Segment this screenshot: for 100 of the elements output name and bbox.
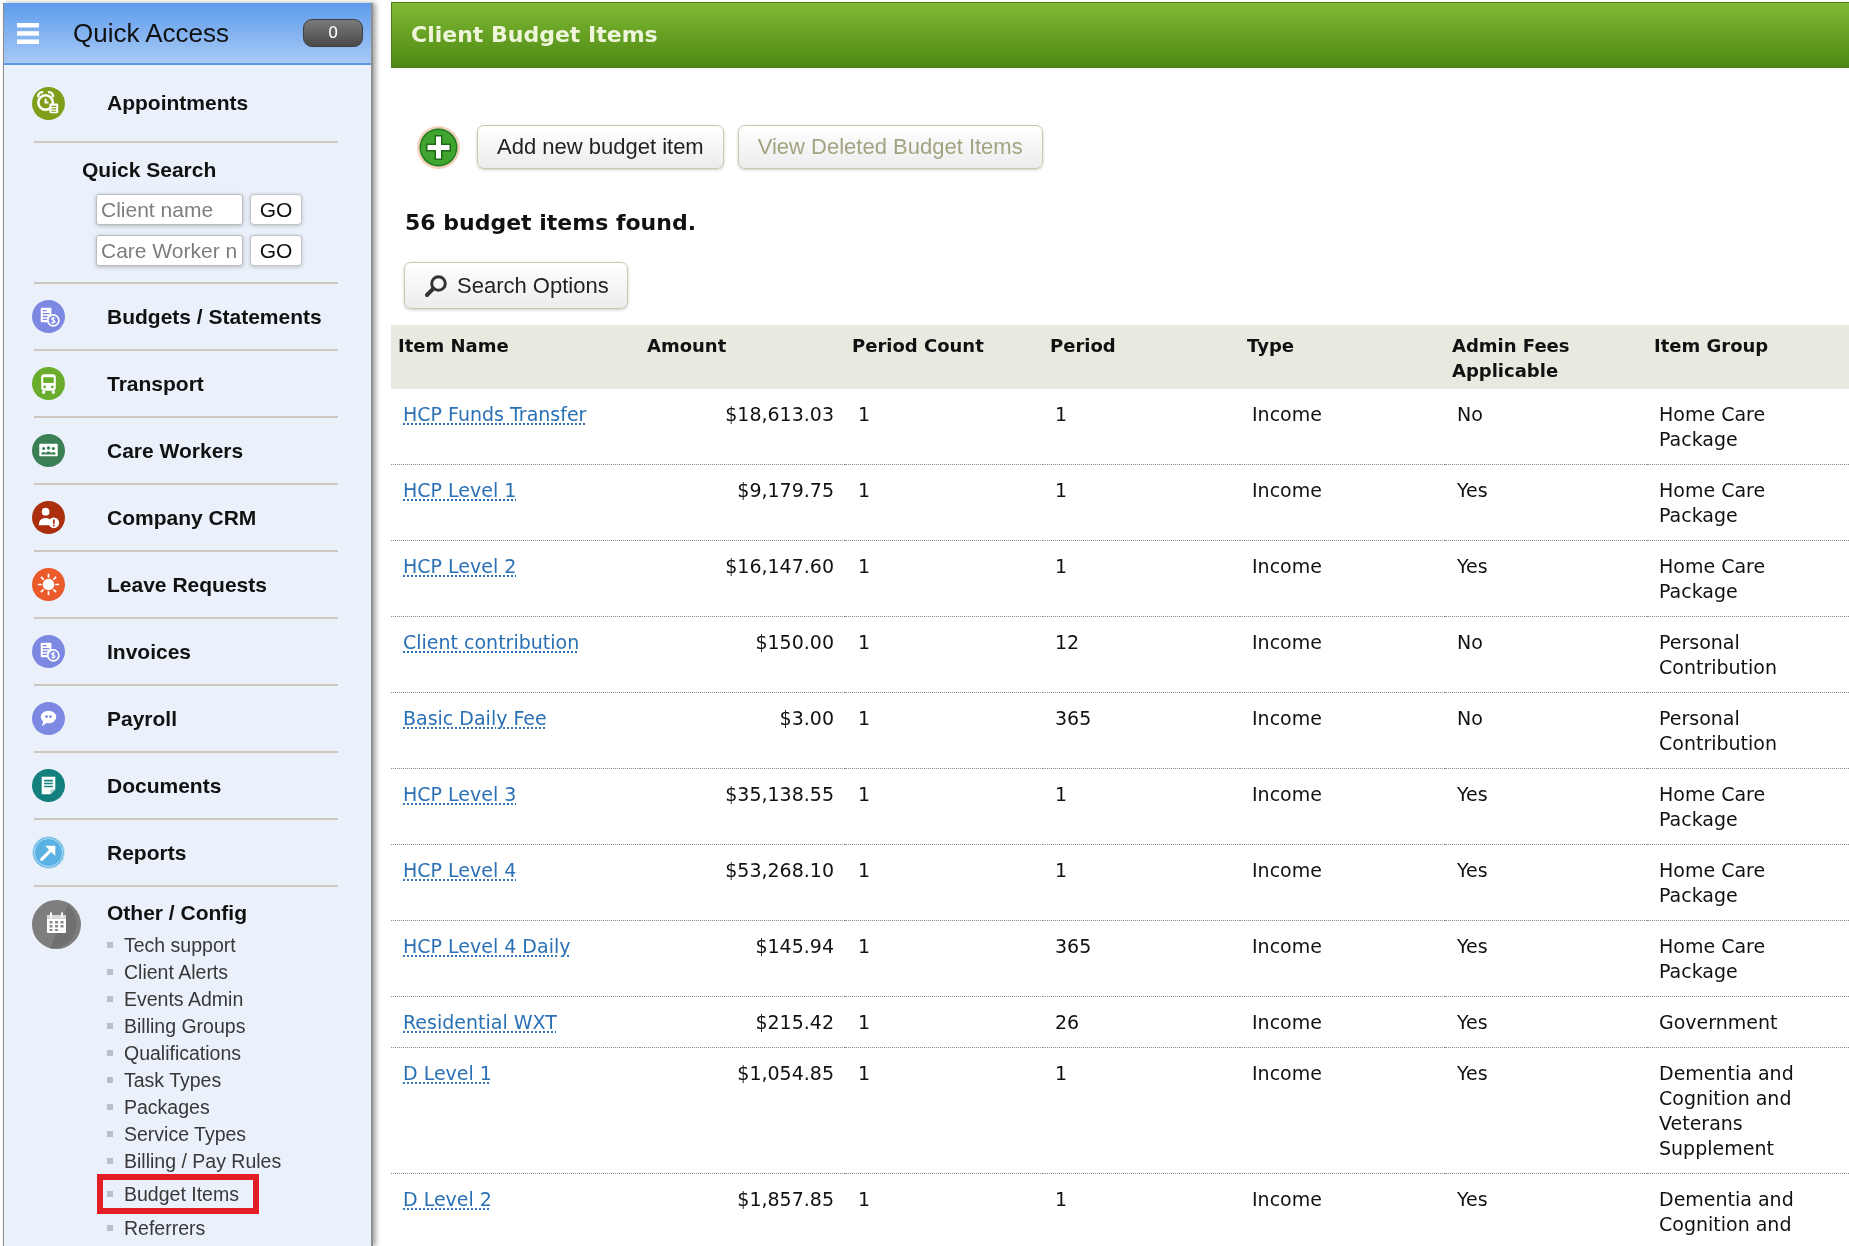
item-link[interactable]: HCP Level 2	[403, 555, 517, 577]
square-bullet-icon	[107, 941, 113, 948]
item-link[interactable]: HCP Level 1	[403, 479, 517, 501]
speech-bubble-icon	[32, 702, 65, 735]
square-bullet-icon	[107, 1049, 113, 1056]
table-cell: 1	[845, 692, 1043, 769]
table-cell: Government	[1647, 996, 1849, 1048]
document-coin-icon	[32, 300, 65, 333]
table-cell: $150.00	[640, 616, 845, 693]
go-button[interactable]: GO	[250, 235, 302, 266]
sub-menu-link[interactable]: Qualifications	[124, 1040, 242, 1065]
item-link[interactable]: HCP Level 4 Daily	[403, 935, 571, 957]
table-cell: Income	[1240, 389, 1445, 465]
table-cell: 365	[1043, 692, 1240, 769]
nav-link[interactable]: Leave Requests	[32, 552, 338, 617]
table-cell: 1	[845, 1047, 1043, 1174]
table-cell: $53,268.10	[640, 844, 845, 921]
column-header: Type	[1240, 325, 1445, 389]
table-cell: $9,179.75	[640, 464, 845, 541]
column-header: Item Group	[1647, 325, 1849, 389]
group-heading: Other / Config	[107, 900, 248, 926]
nav-link[interactable]: Appointments	[32, 65, 338, 141]
square-bullet-icon	[107, 1130, 113, 1137]
table-cell: Home Care Package	[1647, 464, 1849, 541]
table-cell: Income	[1240, 1173, 1445, 1237]
item-link[interactable]: Basic Daily Fee	[403, 707, 547, 729]
square-bullet-icon	[107, 1022, 113, 1029]
sub-menu-link[interactable]: Tech support	[124, 932, 236, 957]
table-cell: $1,054.85	[640, 1047, 845, 1174]
sub-menu-link[interactable]: Referrers	[124, 1215, 206, 1240]
table-cell: Income	[1240, 844, 1445, 921]
item-link[interactable]: D Level 2	[403, 1188, 492, 1210]
item-link[interactable]: Residential WXT	[403, 1011, 557, 1033]
table-cell: Income	[1240, 768, 1445, 845]
square-bullet-icon	[107, 1157, 113, 1164]
search-options-button[interactable]: Search Options	[404, 262, 628, 309]
nav-link[interactable]: Payroll	[32, 686, 338, 751]
table-cell: Yes	[1445, 1047, 1647, 1174]
sub-menu-link[interactable]: Client Alerts	[124, 959, 229, 984]
table-cell: 1	[1043, 1047, 1240, 1174]
person-alert-icon	[32, 501, 65, 534]
table-cell: 1	[845, 996, 1043, 1048]
nav-link[interactable]: Invoices	[32, 619, 338, 684]
table-cell: 1	[845, 768, 1043, 845]
search-field[interactable]: Care Worker n	[96, 235, 243, 266]
table-cell: 1	[845, 540, 1043, 617]
toolbar-button[interactable]: Add new budget item	[477, 125, 724, 169]
nav-link[interactable]: Company CRM	[32, 485, 338, 550]
plus-circle-icon[interactable]	[417, 125, 460, 169]
nav-link[interactable]: Care Workers	[32, 418, 338, 483]
table-cell: Yes	[1445, 844, 1647, 921]
nav-link[interactable]: Transport	[32, 351, 338, 416]
nav-link[interactable]: Reports	[32, 820, 338, 885]
table-cell: 12	[1043, 616, 1240, 693]
table-cell: Income	[1240, 996, 1445, 1048]
item-link[interactable]: HCP Level 4	[403, 859, 517, 881]
sub-menu-link[interactable]: Billing Groups	[124, 1013, 246, 1038]
count-badge: 0	[303, 19, 363, 47]
table-cell: Income	[1240, 616, 1445, 693]
sub-menu-link[interactable]: Events Admin	[124, 986, 244, 1011]
item-link[interactable]: D Level 1	[403, 1062, 492, 1084]
table-cell: Yes	[1445, 540, 1647, 617]
bus-icon	[32, 367, 65, 400]
table-cell: 1	[1043, 540, 1240, 617]
table-cell: $16,147.60	[640, 540, 845, 617]
table-cell: 1	[845, 1173, 1043, 1237]
item-link[interactable]: Client contribution	[403, 631, 580, 653]
result-count: 56 budget items found.	[405, 209, 698, 237]
table-cell: Income	[1240, 464, 1445, 541]
table-cell: 1	[1043, 844, 1240, 921]
sub-menu-link[interactable]: Budget Items	[124, 1182, 239, 1206]
table-cell: 1	[845, 389, 1043, 465]
table-cell: Yes	[1445, 768, 1647, 845]
table-cell: Dementia and Cognition and	[1647, 1173, 1849, 1237]
table-cell: 1	[845, 616, 1043, 693]
table-cell: Income	[1240, 692, 1445, 769]
item-link[interactable]: HCP Level 3	[403, 783, 517, 805]
table-cell: 365	[1043, 920, 1240, 997]
table-cell: Home Care Package	[1647, 768, 1849, 845]
sub-menu-link[interactable]: Billing / Pay Rules	[124, 1148, 282, 1173]
sub-menu-link[interactable]: Task Types	[124, 1067, 222, 1092]
nav-link[interactable]: Documents	[32, 753, 338, 818]
square-bullet-icon	[107, 1076, 113, 1083]
table-cell: Personal Contribution	[1647, 692, 1849, 769]
item-link[interactable]: HCP Funds Transfer	[403, 403, 587, 425]
table-cell: No	[1445, 616, 1647, 693]
table-cell: 26	[1043, 996, 1240, 1048]
column-header: Amount	[640, 325, 845, 389]
table-cell: 1	[845, 920, 1043, 997]
sub-menu-link[interactable]: Packages	[124, 1094, 210, 1119]
sub-menu-link[interactable]: Service Types	[124, 1121, 247, 1146]
people-board-icon	[32, 434, 65, 467]
table-cell: 1	[1043, 389, 1240, 465]
table-cell: Income	[1240, 540, 1445, 617]
table-cell: Home Care Package	[1647, 389, 1849, 465]
table-cell: Home Care Package	[1647, 540, 1849, 617]
nav-link[interactable]: Budgets / Statements	[32, 284, 338, 349]
search-field[interactable]: Client name	[96, 194, 243, 225]
go-button[interactable]: GO	[250, 194, 302, 225]
table-cell: Income	[1240, 920, 1445, 997]
